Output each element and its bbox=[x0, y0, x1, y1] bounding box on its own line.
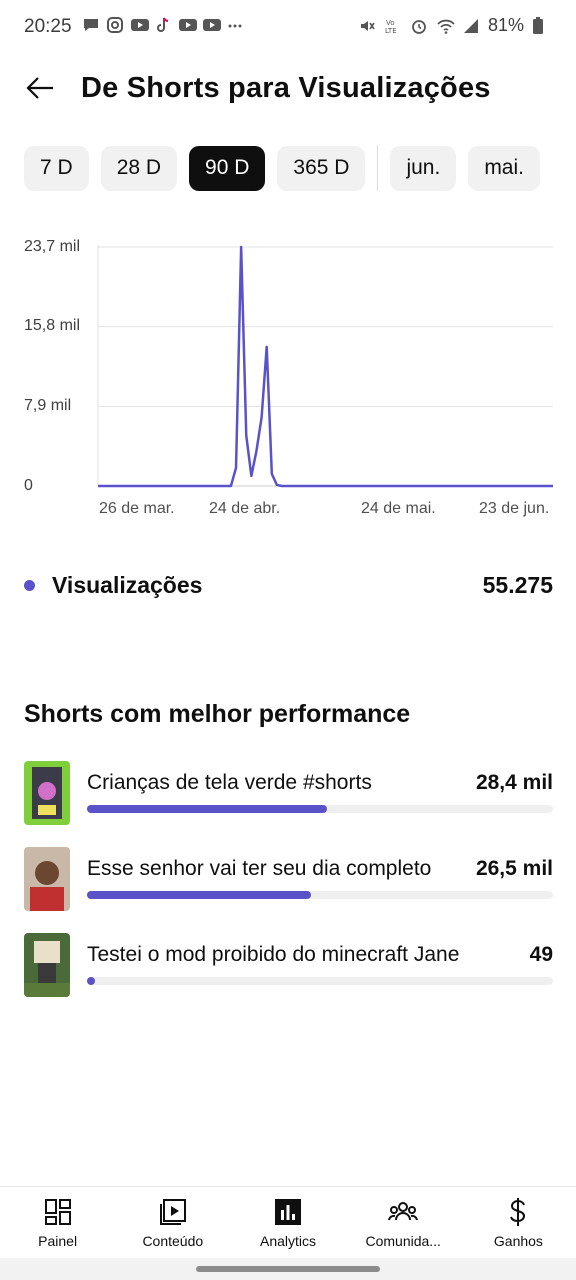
nav-label: Analytics bbox=[259, 1233, 317, 1249]
short-thumbnail bbox=[24, 933, 70, 997]
dashboard-icon bbox=[43, 1197, 73, 1227]
short-row[interactable]: Esse senhor vai ter seu dia completo 26,… bbox=[24, 847, 553, 911]
x-tick-label: 23 de jun. bbox=[479, 500, 550, 517]
y-tick-label: 23,7 mil bbox=[24, 238, 81, 255]
svg-text:LTE: LTE bbox=[385, 27, 397, 35]
y-tick-label: 7,9 mil bbox=[24, 397, 72, 414]
instagram-icon bbox=[106, 16, 124, 34]
status-time: 20:25 bbox=[24, 16, 72, 37]
short-row[interactable]: Crianças de tela verde #shorts 28,4 mil bbox=[24, 761, 553, 825]
alarm-icon bbox=[410, 17, 428, 35]
section-title: Shorts com melhor performance bbox=[24, 700, 411, 728]
arrow-left-icon bbox=[25, 76, 55, 105]
community-icon bbox=[388, 1197, 419, 1227]
metric-value: 55.275 bbox=[482, 572, 553, 598]
wifi-icon bbox=[436, 17, 455, 35]
short-progress-track bbox=[87, 805, 553, 813]
home-gesture-bar[interactable] bbox=[196, 1266, 380, 1272]
short-views: 49 bbox=[529, 943, 553, 966]
nav-comunidade[interactable]: Comunida... bbox=[346, 1187, 461, 1258]
nav-label: Painel bbox=[38, 1233, 78, 1249]
short-views: 26,5 mil bbox=[475, 857, 553, 880]
chip-90d[interactable]: 90 D bbox=[189, 145, 266, 191]
app-header: De Shorts para Visualizações bbox=[0, 60, 576, 120]
nav-label: Conteúdo bbox=[142, 1233, 204, 1249]
short-progress-fill bbox=[87, 977, 95, 985]
short-title: Esse senhor vai ter seu dia completo bbox=[87, 857, 432, 880]
system-gesture-area bbox=[0, 1258, 576, 1280]
metric-label: Visualizações bbox=[52, 572, 203, 598]
views-chart: 23,7 mil 15,8 mil 7,9 mil 0 26 de mar. 2… bbox=[0, 220, 576, 530]
chip-divider bbox=[377, 145, 379, 191]
youtube-icon bbox=[178, 16, 197, 34]
y-tick-label: 15,8 mil bbox=[24, 317, 81, 334]
youtube-icon bbox=[130, 16, 149, 34]
short-progress-fill bbox=[87, 891, 311, 899]
short-row[interactable]: Testei o mod proibido do minecraft Jane … bbox=[24, 933, 553, 997]
svg-text:Vo: Vo bbox=[386, 19, 395, 27]
chart-plot bbox=[97, 245, 553, 488]
chip-28d[interactable]: 28 D bbox=[100, 145, 178, 191]
y-tick-label: 0 bbox=[24, 477, 33, 494]
content-icon bbox=[158, 1197, 188, 1227]
chip-365d[interactable]: 365 D bbox=[277, 145, 366, 191]
short-views: 28,4 mil bbox=[475, 771, 553, 794]
battery-icon bbox=[532, 16, 550, 35]
nav-label: Ganhos bbox=[493, 1233, 543, 1249]
nav-painel[interactable]: Painel bbox=[0, 1187, 115, 1258]
chip-mai[interactable]: mai. bbox=[468, 145, 540, 191]
nav-conteudo[interactable]: Conteúdo bbox=[115, 1187, 230, 1258]
chip-jun[interactable]: jun. bbox=[390, 145, 457, 191]
short-progress-track bbox=[87, 891, 553, 899]
short-title: Testei o mod proibido do minecraft Jane bbox=[87, 943, 460, 966]
system-icons: Vo LTE 81% bbox=[358, 15, 550, 36]
short-title: Crianças de tela verde #shorts bbox=[87, 771, 372, 794]
status-bar: 20:25 Vo LTE 81% bbox=[0, 0, 576, 54]
tiktok-icon bbox=[154, 16, 172, 34]
short-thumbnail bbox=[24, 761, 70, 825]
back-button[interactable] bbox=[22, 72, 58, 108]
notification-icons bbox=[82, 16, 244, 34]
x-tick-label: 24 de abr. bbox=[209, 500, 281, 517]
short-progress-fill bbox=[87, 805, 327, 813]
volte-icon: Vo LTE bbox=[384, 17, 402, 35]
nav-label: Comunida... bbox=[365, 1233, 441, 1249]
period-chips: 7 D 28 D 90 D 365 D jun. mai. bbox=[24, 145, 552, 191]
signal-icon bbox=[462, 17, 480, 35]
more-dots-icon bbox=[226, 16, 244, 34]
message-icon bbox=[82, 16, 100, 34]
series-line bbox=[98, 245, 553, 488]
mute-icon bbox=[358, 17, 376, 35]
dollar-icon bbox=[503, 1197, 533, 1227]
nav-analytics[interactable]: Analytics bbox=[230, 1187, 345, 1258]
short-progress-track bbox=[87, 977, 553, 985]
x-tick-label: 26 de mar. bbox=[99, 500, 175, 517]
views-metric: Visualizações 55.275 bbox=[24, 566, 553, 606]
chip-7d[interactable]: 7 D bbox=[24, 145, 89, 191]
page-title: De Shorts para Visualizações bbox=[81, 72, 491, 104]
youtube-icon bbox=[202, 16, 221, 34]
series-dot bbox=[24, 580, 35, 591]
battery-percent: 81% bbox=[487, 15, 524, 35]
nav-ganhos[interactable]: Ganhos bbox=[461, 1187, 576, 1258]
short-thumbnail bbox=[24, 847, 70, 911]
bottom-nav: Painel Conteúdo Analytics Comunida... Ga… bbox=[0, 1186, 576, 1258]
analytics-icon bbox=[273, 1197, 303, 1227]
x-tick-label: 24 de mai. bbox=[361, 500, 436, 517]
